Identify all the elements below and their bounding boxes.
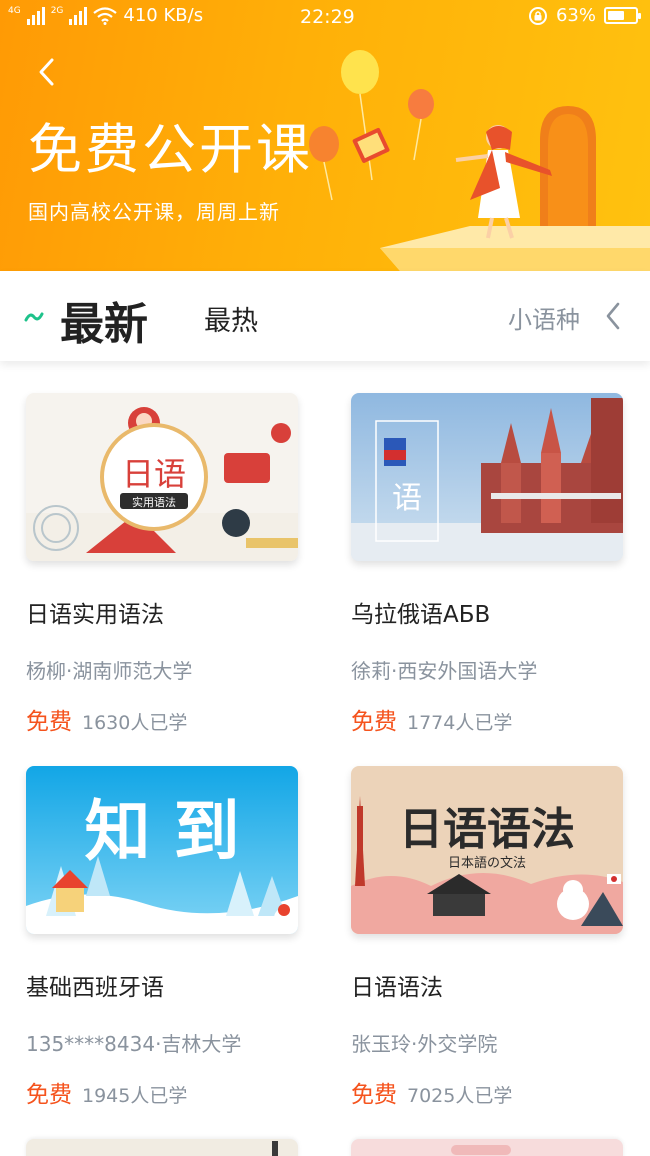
signal-icon <box>26 6 45 25</box>
status-bar: 4G 2G 410 KB/s 22:29 63% <box>0 0 650 34</box>
battery-icon <box>604 7 641 24</box>
tab-minor-language[interactable]: 小语种 <box>508 300 580 335</box>
network-type-2g: 2G <box>50 6 64 16</box>
page-subtitle: 国内高校公开课，周周上新 <box>28 200 280 224</box>
course-card[interactable]: 日语语法 日本語の文法 日语语法 张玉玲·外交学院 免费 7025人已学 <box>351 766 625 1109</box>
course-title: 基础西班牙语 <box>26 975 164 1001</box>
course-price: 免费 <box>26 1082 72 1108</box>
course-teacher: 张玉玲·外交学院 <box>351 1032 498 1056</box>
network-type-4g: 4G <box>8 6 21 16</box>
course-teacher: 135****8434·吉林大学 <box>26 1032 242 1056</box>
active-tab-indicator-icon <box>24 312 44 322</box>
course-price: 免费 <box>351 709 397 735</box>
thumb-decoration <box>272 1141 278 1156</box>
course-card[interactable]: 日语 实用语法 日语实用语法 杨柳·湖南师范大学 免费 1630人已学 <box>26 393 300 736</box>
course-title: 日语语法 <box>351 975 443 1001</box>
course-title: 乌拉俄语АБВ <box>351 602 491 628</box>
tab-newest[interactable]: 最新 <box>60 288 148 352</box>
page-title: 免费公开课 <box>28 118 313 181</box>
course-thumbnail: 知 到 <box>26 766 298 934</box>
course-learners: 1774人已学 <box>407 712 513 734</box>
header-banner: 4G 2G 410 KB/s 22:29 63% 免费公开课 国内高校公开课，周… <box>0 0 650 271</box>
course-card-partial[interactable] <box>26 1139 298 1156</box>
clock: 22:29 <box>300 6 355 28</box>
chevron-left-icon[interactable] <box>600 300 628 332</box>
course-learners: 1630人已学 <box>82 712 188 734</box>
course-learners: 7025人已学 <box>407 1085 513 1107</box>
course-teacher: 徐莉·西安外国语大学 <box>351 659 538 683</box>
course-card-partial[interactable] <box>351 1139 623 1156</box>
course-teacher: 杨柳·湖南师范大学 <box>26 659 193 683</box>
network-speed: 410 KB/s <box>123 5 204 26</box>
course-price: 免费 <box>351 1082 397 1108</box>
thumb-title: 日语语法 <box>399 804 575 855</box>
course-learners: 1945人已学 <box>82 1085 188 1107</box>
course-price: 免费 <box>26 709 72 735</box>
tab-hot[interactable]: 最热 <box>204 299 258 338</box>
course-card[interactable]: 语 乌拉俄语АБВ 徐莉·西安外国语大学 免费 1774人已学 <box>351 393 625 736</box>
rotation-lock-icon <box>528 6 547 25</box>
course-thumbnail: 日语语法 日本語の文法 <box>351 766 623 934</box>
thumb-title: 语 <box>392 481 422 516</box>
course-thumbnail: 日语 实用语法 <box>26 393 298 561</box>
course-title: 日语实用语法 <box>26 602 164 628</box>
back-button[interactable] <box>28 52 68 92</box>
thumb-subtitle: 日本語の文法 <box>448 855 526 871</box>
thumb-decoration <box>451 1145 511 1155</box>
signal-icon-2 <box>69 6 88 25</box>
thumb-title: 知 到 <box>85 793 240 870</box>
battery-percent: 63% <box>555 5 596 26</box>
course-card[interactable]: 知 到 基础西班牙语 135****8434·吉林大学 免费 1945人已学 <box>26 766 300 1109</box>
thumb-title: 日语 <box>122 455 186 493</box>
thumb-subtitle: 实用语法 <box>132 495 176 509</box>
course-thumbnail: 语 <box>351 393 623 561</box>
wifi-icon <box>93 6 118 25</box>
